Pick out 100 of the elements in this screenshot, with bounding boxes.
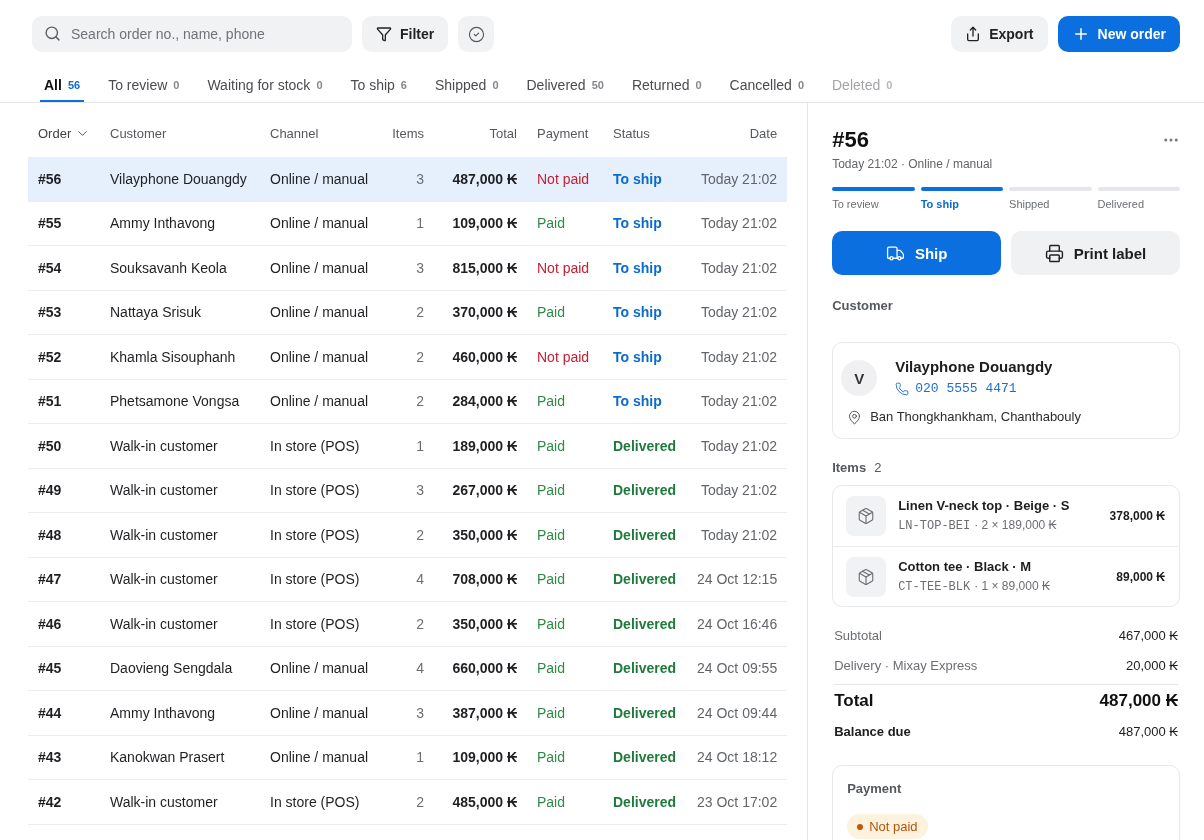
channel-text: In store (POS) [270, 482, 361, 499]
item-count: 2 [415, 393, 424, 410]
payment-status: Paid [536, 437, 567, 454]
order-row[interactable]: #56 Vilayphone Douangdy Online / manual 3 487,000 ₭ Not paid To ship Today 21:02 [28, 157, 788, 202]
order-number: #45 [38, 660, 63, 677]
order-number: #48 [38, 526, 63, 543]
column-header[interactable]: Customer [110, 125, 167, 141]
order-number: #52 [38, 348, 63, 365]
phone-link[interactable]: 020 5555 4471 [915, 380, 1017, 398]
progress-step-label: Shipped [1009, 197, 1051, 211]
order-row[interactable]: #46 Walk-in customer In store (POS) 2 350,000 ₭ Paid Delivered 24 Oct 16:46 [28, 602, 788, 647]
select-button[interactable] [458, 16, 495, 52]
order-status: To ship [613, 348, 663, 365]
order-date: 23 Oct 17:02 [697, 793, 778, 810]
order-row[interactable]: #48 Walk-in customer In store (POS) 2 350,000 ₭ Paid Delivered Today 21:02 [28, 513, 788, 558]
order-title: #56 [832, 126, 869, 154]
order-total: 487,000 ₭ [451, 170, 517, 187]
channel-text: In store (POS) [270, 615, 361, 632]
order-date: 24 Oct 18:12 [697, 749, 778, 766]
order-row[interactable]: #53 Nattaya Srisuk Online / manual 2 370,000 ₭ Paid To ship Today 21:02 [28, 290, 788, 335]
item-sku: CT-TEE-BLK [898, 578, 971, 595]
item-count: 2 [415, 304, 424, 321]
customer-name: Souksavanh Keola [110, 259, 228, 276]
channel-text: Online / manual [270, 259, 370, 276]
order-date: Today 21:02 [699, 215, 778, 232]
status-tab[interactable]: To ship 6 [346, 70, 411, 102]
order-row[interactable]: #49 Walk-in customer In store (POS) 3 267,000 ₭ Paid Delivered Today 21:02 [28, 468, 788, 513]
filter-button[interactable]: Filter [362, 16, 449, 52]
item-count: 2 [415, 793, 424, 810]
payment-status: Paid [536, 393, 567, 410]
item-name: Cotton tee · Black · M [898, 558, 1033, 575]
funnel-icon [376, 26, 392, 42]
order-total: 660,000 ₭ [451, 660, 517, 677]
item-count: 4 [415, 660, 424, 677]
status-tab[interactable]: Cancelled 0 [725, 70, 808, 102]
column-header[interactable]: Items [392, 125, 424, 141]
order-date: Today 21:02 [699, 393, 778, 410]
order-number: #53 [38, 304, 63, 321]
order-row[interactable]: #43 Kanokwan Prasert Online / manual 1 109,000 ₭ Paid Delivered 24 Oct 18:12 [28, 735, 788, 780]
payment-status: Not paid [536, 259, 591, 276]
payment-status: Paid [536, 793, 567, 810]
check-circle-icon [467, 25, 485, 43]
order-status: Delivered [613, 437, 678, 454]
action-button[interactable]: Print label [1011, 231, 1180, 275]
order-status: Delivered [613, 571, 678, 588]
customer-name: Daovieng Sengdala [110, 660, 234, 677]
status-tab[interactable]: Waiting for stock 0 [203, 70, 327, 102]
order-row[interactable]: #42 Walk-in customer In store (POS) 2 485,000 ₭ Paid Delivered 23 Oct 17:02 [28, 780, 788, 825]
item-count: 3 [415, 482, 424, 499]
summary-label: Subtotal [834, 627, 882, 643]
section-label: Items [832, 459, 867, 477]
order-total: 387,000 ₭ [451, 704, 517, 721]
item-count: 3 [415, 704, 424, 721]
customer-name: Ammy Inthavong [110, 215, 217, 232]
column-header[interactable]: Status [613, 125, 650, 141]
order-date: 24 Oct 09:44 [697, 704, 778, 721]
search-field[interactable]: Search order no., name, phone [32, 16, 352, 52]
order-row[interactable]: #47 Walk-in customer In store (POS) 4 708,000 ₭ Paid Delivered 24 Oct 12:15 [28, 557, 788, 602]
order-row[interactable]: #51 Phetsamone Vongsa Online / manual 2 284,000 ₭ Paid To ship Today 21:02 [28, 379, 788, 424]
order-row[interactable]: #50 Walk-in customer In store (POS) 1 189,000 ₭ Paid Delivered Today 21:02 [28, 424, 788, 469]
summary-value: 467,000 ₭ [1118, 627, 1178, 643]
order-status: To ship [613, 304, 663, 321]
order-row[interactable]: #55 Ammy Inthavong Online / manual 1 109,000 ₭ Paid To ship Today 21:02 [28, 201, 788, 246]
search-icon [44, 25, 61, 42]
order-row[interactable]: #54 Souksavanh Keola Online / manual 3 815,000 ₭ Not paid To ship Today 21:02 [28, 246, 788, 291]
order-date: Today 21:02 [699, 170, 778, 187]
payment-status: Paid [536, 749, 567, 766]
order-date: Today 21:02 [699, 259, 778, 276]
order-number: #54 [38, 259, 63, 276]
item-count: 2 [415, 526, 424, 543]
column-header[interactable]: Order [38, 125, 72, 141]
order-status: Delivered [613, 660, 678, 677]
customer-name: Nattaya Srisuk [110, 304, 203, 321]
column-header[interactable]: Payment [537, 125, 589, 141]
new-order-button[interactable]: New order [1057, 16, 1180, 52]
column-header[interactable]: Date [749, 125, 778, 141]
status-tab[interactable]: To review 0 [104, 70, 184, 102]
package-icon [846, 496, 887, 536]
order-status: To ship [613, 170, 663, 187]
channel-text: In store (POS) [270, 571, 361, 588]
action-button[interactable]: Ship [832, 231, 1002, 275]
column-header[interactable]: Channel [270, 125, 319, 141]
customer-name: Vilayphone Douangdy [895, 358, 1053, 376]
order-total: 460,000 ₭ [451, 348, 517, 365]
channel-text: In store (POS) [270, 526, 361, 543]
export-button[interactable]: Export [951, 16, 1048, 52]
item-sku: LN-TOP-BEI [898, 518, 971, 534]
status-tab[interactable]: Returned 0 [627, 70, 706, 102]
status-tab[interactable]: All 56 [40, 70, 85, 102]
column-header[interactable]: Total [489, 125, 517, 141]
channel-text: Online / manual [270, 215, 370, 232]
customer-name: Phetsamone Vongsa [110, 393, 241, 410]
order-number: #56 [38, 170, 63, 187]
order-row[interactable]: #52 Khamla Sisouphanh Online / manual 2 460,000 ₭ Not paid To ship Today 21:02 [28, 335, 788, 380]
status-tab[interactable]: Delivered 50 [522, 70, 608, 102]
status-tab[interactable]: Shipped 0 [431, 70, 503, 102]
payment-status: Paid [536, 482, 567, 499]
order-row[interactable]: #45 Daovieng Sengdala Online / manual 4 660,000 ₭ Paid Delivered 24 Oct 09:55 [28, 646, 788, 691]
order-row[interactable]: #44 Ammy Inthavong Online / manual 3 387,000 ₭ Paid Delivered 24 Oct 09:44 [28, 691, 788, 736]
order-total: 485,000 ₭ [451, 793, 517, 810]
